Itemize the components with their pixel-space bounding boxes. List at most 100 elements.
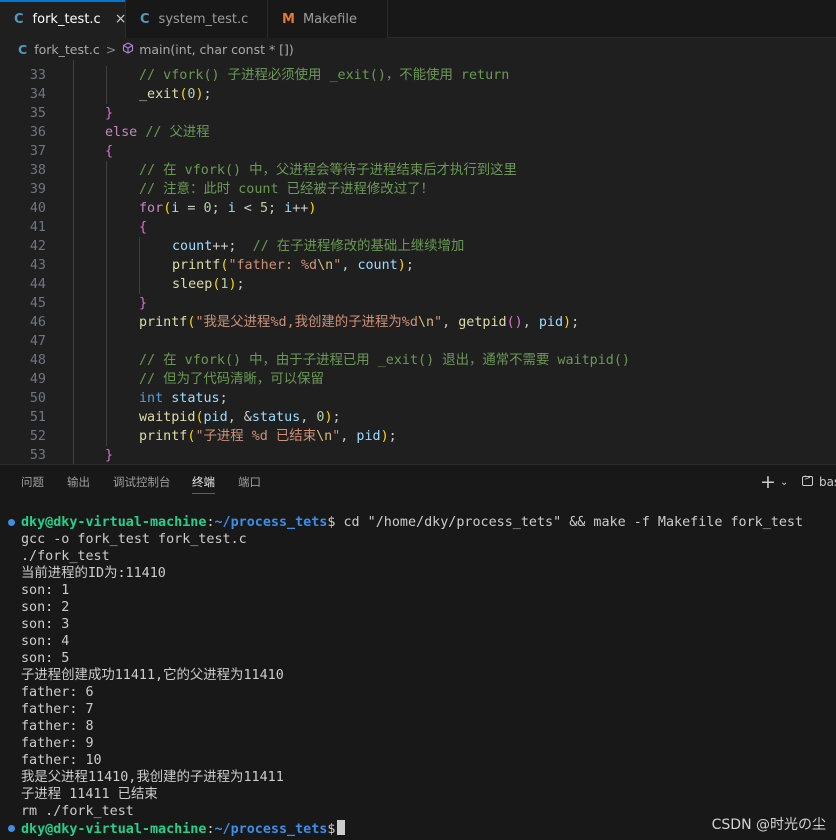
code-line: 53} xyxy=(0,446,836,464)
code-token: ++; xyxy=(212,239,253,254)
code-text: { xyxy=(105,142,113,161)
code-text: waitpid(pid, &status, 0); xyxy=(139,408,341,427)
code-token: getpid xyxy=(458,315,507,330)
code-token: i xyxy=(227,201,236,216)
prompt-user: dky@dky-virtual-machine xyxy=(21,822,207,837)
line-number: 52 xyxy=(29,429,46,444)
line-number: 47 xyxy=(29,334,46,349)
code-text: sleep(1); xyxy=(172,275,245,294)
code-token: ++ xyxy=(292,201,309,216)
prompt-separator: : xyxy=(206,515,215,530)
code-token: ; xyxy=(332,410,341,425)
tab-fork-test-c[interactable]: Cfork_test.c × xyxy=(0,0,126,38)
line-number: 49 xyxy=(29,372,46,387)
close-icon[interactable]: × xyxy=(115,11,127,27)
code-token: pid xyxy=(538,315,564,330)
code-line: 37 { xyxy=(0,142,836,161)
c-file-icon: C xyxy=(140,11,150,27)
code-editor[interactable]: 33 // vfork() 子进程必须使用 _exit()，不能使用 return… xyxy=(0,60,836,464)
line-number: 33 xyxy=(29,68,46,83)
terminal-output-line: 子进程创建成功11411,它的父进程为11410 xyxy=(21,668,284,683)
command-decoration-icon[interactable] xyxy=(8,519,15,526)
code-token: status xyxy=(171,391,220,406)
panel-tab-2[interactable]: 调试控制台 xyxy=(113,465,171,500)
code-text: { xyxy=(139,218,147,237)
terminal-output-line: gcc -o fork_test fork_test.c xyxy=(21,532,247,547)
code-text: count++; // 在子进程修改的基础上继续增加 xyxy=(172,237,464,256)
command-decoration-icon[interactable] xyxy=(8,825,15,832)
code-line: 43 printf("father: %d\n", count); xyxy=(0,256,836,275)
panel-tab-4[interactable]: 端口 xyxy=(238,465,261,500)
code-text: for(i = 0; i < 5; i++) xyxy=(139,199,316,218)
chevron-down-icon[interactable]: ⌄ xyxy=(780,465,788,500)
code-token: \n xyxy=(317,258,334,273)
code-token: , xyxy=(522,315,539,330)
terminal-output-line: father: 9 xyxy=(21,736,94,751)
code-token: ; xyxy=(236,277,245,292)
c-file-icon: C xyxy=(14,11,24,27)
terminal-output-line: son: 3 xyxy=(21,617,70,632)
prompt-path: ~/process_tets xyxy=(214,822,328,837)
code-line: 50 int status; xyxy=(0,389,836,408)
tab-system-test-c[interactable]: Csystem_test.c xyxy=(126,0,268,38)
terminal-cursor[interactable] xyxy=(337,820,346,835)
terminal-name[interactable]: bas xyxy=(819,465,836,500)
code-token: pid xyxy=(203,410,228,425)
panel-tab-3[interactable]: 终端 xyxy=(192,465,215,500)
line-number: 45 xyxy=(29,296,46,311)
code-token: 5 xyxy=(259,201,268,216)
code-line: 47 xyxy=(0,332,836,351)
prompt-path: ~/process_tets xyxy=(214,515,328,530)
code-token: { xyxy=(139,220,148,235)
prompt-separator: : xyxy=(206,822,215,837)
terminal-output-line: father: 6 xyxy=(21,685,94,700)
code-line: 52 printf("子进程 %d 已结束\n", pid); xyxy=(0,427,836,446)
code-line: 40 for(i = 0; i < 5; i++) xyxy=(0,199,836,218)
code-text: // 在 vfork() 中，父进程会等待子进程结束后才执行到这里 xyxy=(139,161,517,180)
panel-tab-1[interactable]: 输出 xyxy=(67,465,90,500)
line-number: 48 xyxy=(29,353,46,368)
code-line: 42 count++; // 在子进程修改的基础上继续增加 xyxy=(0,237,836,256)
code-token: } xyxy=(139,296,148,311)
code-token: // vfork() 子进程必须使用 _exit()，不能使用 return xyxy=(139,68,510,83)
chevron-right-icon: > xyxy=(105,41,117,57)
code-text: printf("father: %d\n", count); xyxy=(172,256,414,275)
line-number: 53 xyxy=(29,448,46,463)
code-text: // 但为了代码清晰，可以保留 xyxy=(139,370,324,389)
code-line: 51 waitpid(pid, &status, 0); xyxy=(0,408,836,427)
new-terminal-button[interactable]: + xyxy=(760,465,776,500)
breadcrumb-file[interactable]: fork_test.c xyxy=(34,42,100,57)
code-token: printf xyxy=(139,429,188,444)
code-line: 34 _exit(0); xyxy=(0,85,836,104)
code-line: 39 // 注意：此时 count 已经被子进程修改过了！ xyxy=(0,180,836,199)
code-token: " xyxy=(434,315,443,330)
code-text: printf("我是父进程%d,我创建的子进程为%d\n", getpid(),… xyxy=(139,313,579,332)
code-token: } xyxy=(105,106,114,121)
code-token: // 但为了代码清晰，可以保留 xyxy=(139,372,324,387)
code-token: ; xyxy=(219,391,228,406)
code-token: , xyxy=(341,258,358,273)
breadcrumb-symbol[interactable]: main(int, char const * []) xyxy=(139,42,294,57)
code-token: { xyxy=(105,144,114,159)
code-token: waitpid xyxy=(139,410,196,425)
code-token: , xyxy=(442,315,459,330)
code-token: ; xyxy=(388,429,397,444)
terminal-output-line: 当前进程的ID为:11410 xyxy=(21,566,166,581)
terminal[interactable]: CSDN @时光の尘 dky@dky-virtual-machine:~/pro… xyxy=(0,500,836,840)
code-token: i xyxy=(284,201,293,216)
code-token: ; xyxy=(405,258,414,273)
code-text: _exit(0); xyxy=(139,85,212,104)
code-token: ) xyxy=(308,201,317,216)
terminal-output-line: son: 2 xyxy=(21,600,70,615)
terminal-icon xyxy=(802,473,813,486)
tab-makefile[interactable]: M Makefile xyxy=(268,0,388,38)
line-number: 40 xyxy=(29,201,46,216)
code-token: ; xyxy=(268,201,285,216)
code-text: printf("子进程 %d 已结束\n", pid); xyxy=(139,427,397,446)
code-token: printf xyxy=(172,258,221,273)
code-text: } xyxy=(105,446,113,464)
panel-tab-0[interactable]: 问题 xyxy=(21,465,44,500)
code-token: ) xyxy=(195,87,204,102)
tab-label: system_test.c xyxy=(158,11,249,27)
tab-label: Makefile xyxy=(302,11,357,27)
